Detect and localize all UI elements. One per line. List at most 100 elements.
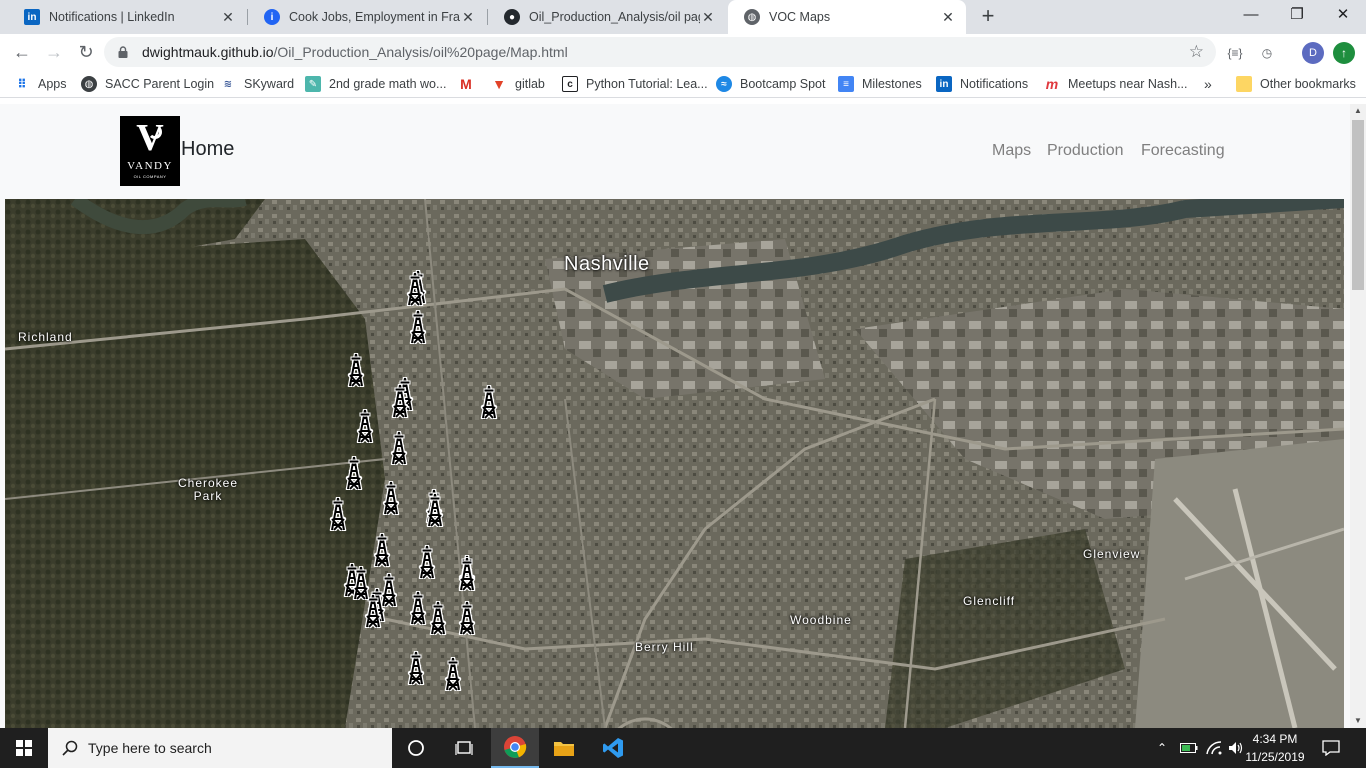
bookmark-gmail[interactable]: M xyxy=(458,75,482,93)
oil-derrick-icon[interactable] xyxy=(354,407,376,445)
json-viewer-extension-icon[interactable]: {≡} xyxy=(1224,42,1246,64)
url-host: dwightmauk.github.io xyxy=(142,44,274,60)
windows-taskbar: Type here to search ⌃ 4:34 PM 11/25/2019 xyxy=(0,728,1366,768)
oil-derrick-icon[interactable] xyxy=(405,649,427,687)
nav-forecasting[interactable]: Forecasting xyxy=(1141,142,1225,160)
windows-start-icon[interactable] xyxy=(0,728,48,768)
bookmark-star-icon[interactable]: ☆ xyxy=(1189,42,1204,62)
nav-production[interactable]: Production xyxy=(1047,142,1124,160)
oil-derrick-icon[interactable] xyxy=(350,564,372,602)
map-label-nashville: Nashville xyxy=(564,253,650,275)
gmail-icon: M xyxy=(460,76,472,92)
linkedin-icon: in xyxy=(24,9,40,25)
oil-derrick-icon[interactable] xyxy=(407,308,429,346)
history-extension-icon[interactable]: ◷ xyxy=(1256,42,1278,64)
oil-derrick-icon[interactable] xyxy=(424,491,446,529)
lock-icon xyxy=(118,46,128,58)
restore-button[interactable]: ❐ xyxy=(1274,0,1320,30)
bookmark-label: Apps xyxy=(38,77,67,91)
scroll-up-icon[interactable]: ▲ xyxy=(1350,104,1366,118)
nav-maps[interactable]: Maps xyxy=(992,142,1031,160)
taskbar-clock[interactable]: 4:34 PM 11/25/2019 xyxy=(1244,730,1306,766)
update-icon[interactable]: ↑ xyxy=(1333,42,1355,64)
cortana-icon[interactable] xyxy=(392,728,440,768)
search-icon xyxy=(62,740,78,756)
oil-derrick-icon[interactable] xyxy=(345,351,367,389)
page-scrollbar[interactable]: ▲ ▼ xyxy=(1350,104,1366,728)
bookmark-gitlab[interactable]: ▼ gitlab xyxy=(491,75,545,93)
close-tab-icon[interactable]: ✕ xyxy=(700,9,716,26)
battery-icon[interactable] xyxy=(1180,728,1198,768)
vandy-oil-logo[interactable]: V VANDY OIL COMPANY xyxy=(120,116,180,186)
oil-derrick-icon[interactable] xyxy=(343,454,365,492)
tab-indeed[interactable]: i Cook Jobs, Employment in Frankl ✕ xyxy=(248,0,486,34)
bookmark-sacc[interactable]: ◍ SACC Parent Login xyxy=(81,75,214,93)
oil-derrick-icon[interactable] xyxy=(478,383,500,421)
notifications-icon[interactable] xyxy=(1322,728,1340,768)
tab-strip: in Notifications | LinkedIn ✕ i Cook Job… xyxy=(0,0,1366,34)
tab-github[interactable]: ● Oil_Production_Analysis/oil page ✕ xyxy=(488,0,726,34)
bookmark-python[interactable]: c Python Tutorial: Lea... xyxy=(562,75,708,93)
satellite-map[interactable]: Nashville Richland Cherokee Park Berry H… xyxy=(5,199,1344,728)
close-tab-icon[interactable]: ✕ xyxy=(940,9,956,26)
forward-button[interactable]: → xyxy=(42,40,66,64)
oil-derrick-icon[interactable] xyxy=(380,479,402,517)
github-icon: ● xyxy=(504,9,520,25)
task-view-icon[interactable] xyxy=(440,728,488,768)
logo-brand: VANDY xyxy=(127,160,173,172)
tab-title: Notifications | LinkedIn xyxy=(49,10,175,24)
vscode-icon[interactable] xyxy=(589,728,637,768)
bookmark-milestones[interactable]: ≡ Milestones xyxy=(838,75,922,93)
oil-derrick-icon[interactable] xyxy=(327,495,349,533)
scroll-thumb[interactable] xyxy=(1352,120,1364,290)
tab-linkedin[interactable]: in Notifications | LinkedIn ✕ xyxy=(8,0,246,34)
map-label-woodbine: Woodbine xyxy=(790,613,852,627)
oil-derrick-icon[interactable] xyxy=(407,589,429,627)
close-window-button[interactable]: ✕ xyxy=(1320,0,1366,30)
bookmark-label: SACC Parent Login xyxy=(105,77,215,91)
address-bar[interactable]: dwightmauk.github.io/Oil_Production_Anal… xyxy=(104,37,1216,67)
other-bookmarks-folder[interactable]: Other bookmarks xyxy=(1236,75,1356,93)
oil-derrick-icon[interactable] xyxy=(389,382,411,420)
oil-derrick-icon[interactable] xyxy=(442,655,464,693)
wifi-icon[interactable] xyxy=(1206,728,1222,768)
chrome-taskbar-icon[interactable] xyxy=(491,728,539,768)
gitlab-icon: ▼ xyxy=(492,76,506,92)
tab-voc-maps[interactable]: ◍ VOC Maps ✕ xyxy=(728,0,966,34)
bookmark-apps[interactable]: ⠿ Apps xyxy=(14,75,67,93)
oil-derrick-icon[interactable] xyxy=(404,270,426,308)
minimize-button[interactable]: — xyxy=(1228,0,1274,30)
scroll-down-icon[interactable]: ▼ xyxy=(1350,714,1366,728)
more-bookmarks-button[interactable]: » xyxy=(1204,75,1212,93)
taskbar-search-box[interactable]: Type here to search xyxy=(48,728,392,768)
back-button[interactable]: ← xyxy=(10,40,34,64)
close-tab-icon[interactable]: ✕ xyxy=(220,9,236,26)
close-tab-icon[interactable]: ✕ xyxy=(460,9,476,26)
oil-derrick-icon[interactable] xyxy=(388,429,410,467)
oil-derrick-icon[interactable] xyxy=(371,531,393,569)
oil-derrick-icon[interactable] xyxy=(416,543,438,581)
bookmark-label: gitlab xyxy=(515,77,545,91)
home-link[interactable]: Home xyxy=(181,138,234,161)
bookmark-bootcamp[interactable]: ≈ Bootcamp Spot xyxy=(716,75,825,93)
map-label-glencliff: Glencliff xyxy=(963,594,1016,608)
reload-button[interactable]: ↻ xyxy=(74,40,98,64)
bookmark-skyward[interactable]: ≋ SKyward xyxy=(220,75,294,93)
linkedin-icon: in xyxy=(936,76,952,92)
bookmark-math[interactable]: ✎ 2nd grade math wo... xyxy=(305,75,446,93)
bookmark-meetup[interactable]: m Meetups near Nash... xyxy=(1044,75,1188,93)
oil-derrick-icon[interactable] xyxy=(456,599,478,637)
volume-icon[interactable] xyxy=(1228,728,1244,768)
oil-derrick-icon[interactable] xyxy=(456,555,478,593)
bookmark-notifications[interactable]: in Notifications xyxy=(936,75,1028,93)
skyward-icon: ≋ xyxy=(223,78,233,90)
bookmark-label: SKyward xyxy=(244,77,295,91)
oil-derrick-icon[interactable] xyxy=(427,599,449,637)
file-explorer-icon[interactable] xyxy=(540,728,588,768)
profile-avatar[interactable]: D xyxy=(1302,42,1324,64)
apps-grid-icon: ⠿ xyxy=(17,77,27,91)
show-hidden-icons[interactable]: ⌃ xyxy=(1157,728,1167,768)
tab-title: Oil_Production_Analysis/oil page xyxy=(529,10,700,24)
new-tab-button[interactable]: + xyxy=(976,4,1000,28)
bookmark-label: Notifications xyxy=(960,77,1029,91)
